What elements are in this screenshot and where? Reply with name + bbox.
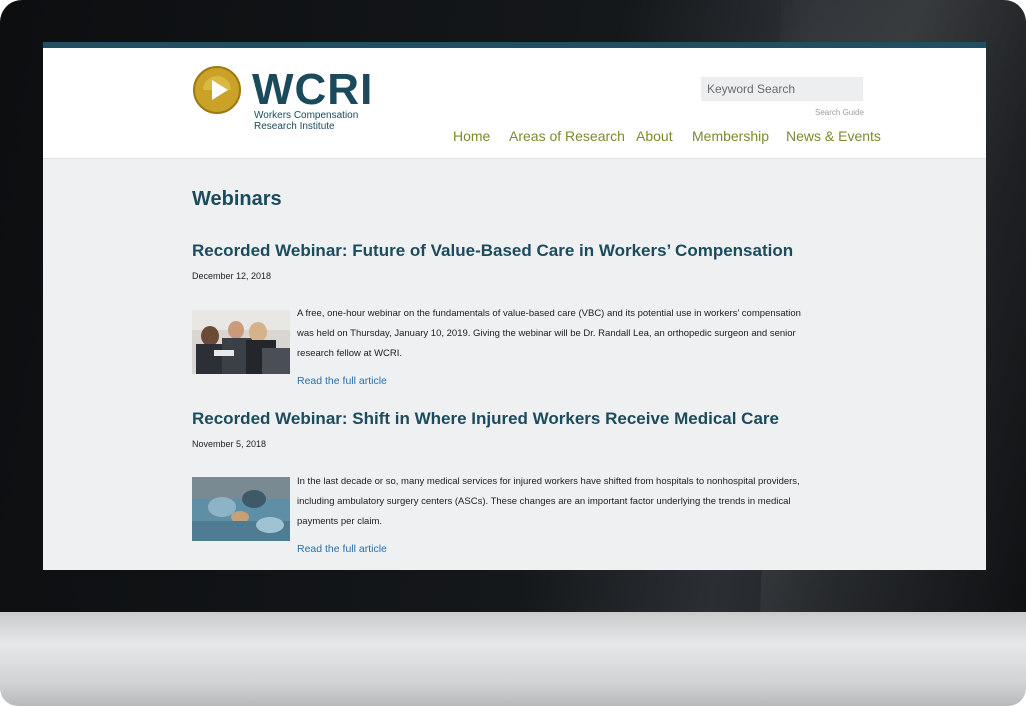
- nav-home[interactable]: Home: [453, 128, 490, 144]
- article-summary: A free, one-hour webinar on the fundamen…: [297, 308, 801, 359]
- article-thumbnail-image[interactable]: [192, 310, 290, 374]
- keyword-search-input[interactable]: [701, 77, 863, 101]
- nav-areas-of-research[interactable]: Areas of Research: [509, 128, 625, 144]
- site-header: WCRI Workers Compensation Research Insti…: [43, 48, 986, 159]
- search-guide-link[interactable]: Search Guide: [815, 108, 864, 117]
- article-item: Recorded Webinar: Future of Value-Based …: [192, 241, 812, 387]
- nav-membership[interactable]: Membership: [692, 128, 769, 144]
- main-nav: Home Areas of Research About Membership …: [43, 128, 986, 150]
- article-title[interactable]: Recorded Webinar: Future of Value-Based …: [192, 241, 812, 261]
- read-full-article-link[interactable]: Read the full article: [297, 375, 387, 387]
- nav-about[interactable]: About: [636, 128, 673, 144]
- page-title: Webinars: [192, 188, 282, 210]
- read-full-article-link[interactable]: Read the full article: [297, 543, 387, 555]
- article-item: Recorded Webinar: Shift in Where Injured…: [192, 409, 812, 555]
- article-title[interactable]: Recorded Webinar: Shift in Where Injured…: [192, 409, 812, 429]
- article-date: December 12, 2018: [192, 271, 272, 281]
- logo-wordmark[interactable]: WCRI: [252, 66, 373, 114]
- article-thumbnail-image[interactable]: [192, 477, 290, 541]
- article-date: November 5, 2018: [192, 439, 267, 449]
- monitor-chin: [0, 612, 1026, 706]
- browser-viewport: WCRI Workers Compensation Research Insti…: [43, 42, 986, 570]
- play-logo-icon[interactable]: [193, 66, 241, 114]
- article-summary: In the last decade or so, many medical s…: [297, 476, 800, 527]
- nav-news-events[interactable]: News & Events: [786, 128, 881, 144]
